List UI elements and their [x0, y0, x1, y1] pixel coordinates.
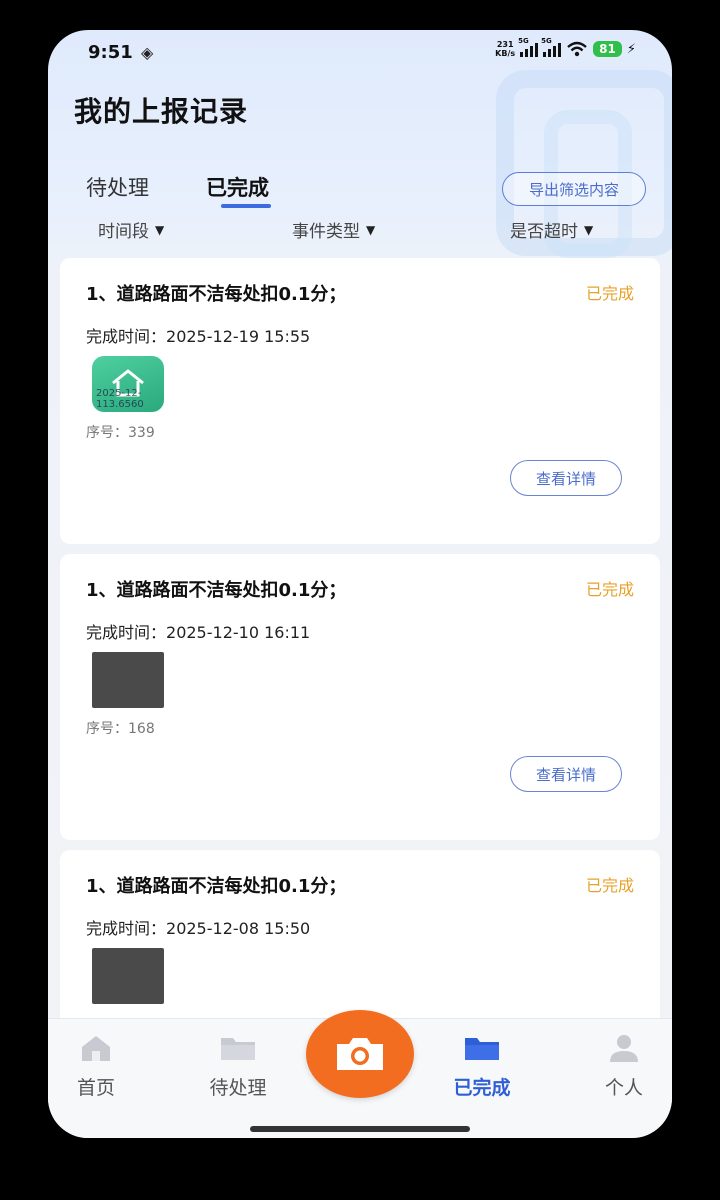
filter-timeout[interactable]: 是否超时 ▼ [510, 217, 593, 242]
nav-label: 待处理 [209, 1077, 267, 1099]
nav-label: 个人 [604, 1077, 643, 1099]
network-speed-value: 231 [496, 40, 514, 49]
completion-time-label: 完成时间： [86, 919, 167, 938]
photo-thumbnail[interactable]: 2025-12- 113.6560 [92, 356, 164, 412]
serial-value: 168 [128, 721, 155, 737]
status-icons: 231 KB/s 5G 5G 81 ⚡ [495, 37, 636, 58]
signal-icon: 5G [518, 37, 539, 57]
photo-watermark: 2025-12- 113.6560 [96, 388, 144, 410]
status-badge: 已完成 [585, 876, 634, 895]
folder-icon [221, 1038, 255, 1060]
record-card[interactable]: 1、道路路面不洁每处扣0.1分； 已完成 完成时间：2025-12-10 16:… [60, 554, 660, 840]
completion-time-label: 完成时间： [86, 623, 167, 642]
camera-icon [337, 1038, 383, 1070]
status-badge: 已完成 [585, 284, 634, 303]
serial-number: 序号：339 [86, 422, 155, 442]
view-details-button[interactable]: 查看详情 [510, 460, 622, 496]
folder-icon [465, 1038, 499, 1060]
network-speed: 231 KB/s [495, 40, 515, 58]
completion-time-value: 2025-12-08 15:50 [166, 919, 311, 938]
network-speed-unit: KB/s [495, 49, 516, 58]
record-title: 1、道路路面不洁每处扣0.1分； [86, 284, 347, 305]
caret-down-icon: ▼ [366, 222, 376, 237]
nav-pending[interactable]: 待处理 [188, 1033, 288, 1100]
completion-time-label: 完成时间： [86, 327, 167, 346]
tab-completed[interactable]: 已完成 [206, 172, 269, 202]
completion-time-value: 2025-12-10 16:11 [166, 623, 311, 642]
signal-tag: 5G [541, 37, 552, 45]
nav-profile[interactable]: 个人 [574, 1033, 672, 1100]
nav-label: 已完成 [453, 1077, 511, 1099]
completion-time-value: 2025-12-19 15:55 [166, 327, 311, 346]
camera-button[interactable] [306, 1010, 414, 1098]
status-badge: 已完成 [585, 580, 634, 599]
status-bar: 9:51 ◈ 231 KB/s 5G 5G 81 ⚡ [48, 30, 672, 74]
completion-time: 完成时间：2025-12-19 15:55 [86, 323, 310, 347]
serial-number: 序号：168 [86, 718, 155, 738]
filter-event-type[interactable]: 事件类型 ▼ [292, 217, 375, 242]
signal-icon: 5G [541, 37, 562, 57]
wifi-icon [567, 41, 587, 57]
nav-home[interactable]: 首页 [48, 1033, 146, 1100]
record-title: 1、道路路面不洁每处扣0.1分； [86, 876, 347, 897]
home-icon [82, 1036, 110, 1061]
home-indicator[interactable] [250, 1126, 470, 1132]
nav-completed[interactable]: 已完成 [432, 1033, 532, 1100]
charging-icon: ⚡ [626, 41, 636, 57]
view-details-button[interactable]: 查看详情 [510, 756, 622, 792]
record-card[interactable]: 1、道路路面不洁每处扣0.1分； 已完成 完成时间：2025-12-19 15:… [60, 258, 660, 544]
nfc-icon: ◈ [141, 43, 154, 62]
completion-time: 完成时间：2025-12-10 16:11 [86, 619, 310, 643]
photo-thumbnail[interactable] [92, 652, 164, 708]
filter-label: 事件类型 [292, 222, 360, 242]
phone-screen: 9:51 ◈ 231 KB/s 5G 5G 81 ⚡ 我的上报记录 待处理 已完… [48, 30, 672, 1138]
caret-down-icon: ▼ [155, 222, 165, 237]
user-icon [610, 1035, 638, 1062]
filter-label: 是否超时 [510, 222, 578, 242]
filter-time-period[interactable]: 时间段 ▼ [98, 217, 164, 242]
nav-label: 首页 [76, 1077, 115, 1099]
battery-icon: 81 [593, 41, 622, 57]
export-filtered-button[interactable]: 导出筛选内容 [502, 172, 646, 206]
caret-down-icon: ▼ [584, 222, 594, 237]
record-title: 1、道路路面不洁每处扣0.1分； [86, 580, 347, 601]
active-tab-indicator [221, 204, 271, 208]
status-time: 9:51 [88, 42, 133, 63]
completion-time: 完成时间：2025-12-08 15:50 [86, 915, 310, 939]
tab-pending[interactable]: 待处理 [86, 172, 149, 202]
filter-label: 时间段 [98, 222, 149, 242]
photo-thumbnail[interactable] [92, 948, 164, 1004]
page-title: 我的上报记录 [74, 95, 249, 128]
record-card[interactable]: 1、道路路面不洁每处扣0.1分； 已完成 完成时间：2025-12-08 15:… [60, 850, 660, 1030]
serial-value: 339 [128, 425, 155, 441]
serial-label: 序号： [86, 721, 128, 737]
serial-label: 序号： [86, 425, 128, 441]
signal-tag: 5G [518, 37, 529, 45]
